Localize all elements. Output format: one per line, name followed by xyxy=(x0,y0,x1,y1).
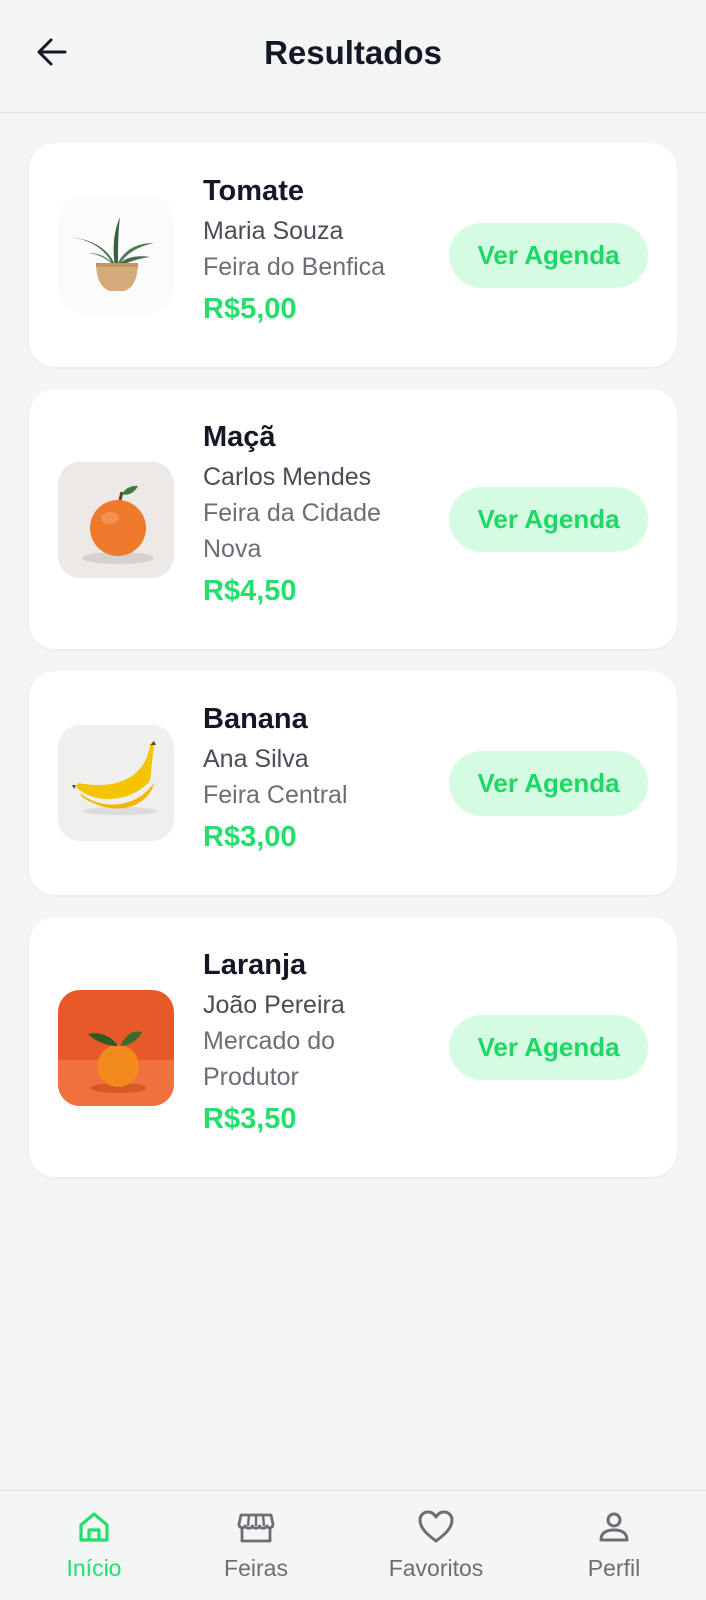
nav-item-inicio[interactable]: Início xyxy=(24,1507,164,1597)
result-card: Tomate Maria Souza Feira do Benfica R$5,… xyxy=(29,143,677,367)
bottom-navigation: Início Feiras Favoritos Perfil xyxy=(0,1490,706,1600)
product-price: R$5,00 xyxy=(203,293,297,325)
product-name: Laranja xyxy=(203,949,307,981)
product-info: Banana Ana Silva Feira Central R$3,00 xyxy=(203,701,433,857)
market-name: Feira Central xyxy=(203,781,348,809)
product-info: Laranja João Pereira Mercado do Produtor… xyxy=(203,947,433,1139)
app-header: Resultados xyxy=(0,0,706,113)
seller-name: Maria Souza xyxy=(203,217,344,245)
nav-label: Início xyxy=(66,1555,122,1581)
page-title: Resultados xyxy=(264,34,442,71)
ver-agenda-button[interactable]: Ver Agenda xyxy=(449,1015,648,1080)
nav-item-feiras[interactable]: Feiras xyxy=(186,1507,326,1597)
ver-agenda-button[interactable]: Ver Agenda xyxy=(449,223,648,288)
result-card: Laranja João Pereira Mercado do Produtor… xyxy=(29,917,677,1177)
product-price: R$4,50 xyxy=(203,575,297,607)
product-info: Maçã Carlos Mendes Feira da Cidade Nova … xyxy=(203,419,433,611)
banana-image xyxy=(58,725,174,841)
orange-on-orange-image xyxy=(58,990,174,1106)
potted-plant-image xyxy=(58,197,174,313)
result-card: Banana Ana Silva Feira Central R$3,00 Ve… xyxy=(29,671,677,895)
user-icon xyxy=(594,1507,634,1547)
heart-icon xyxy=(416,1507,456,1547)
orange-fruit-image xyxy=(58,462,174,578)
nav-item-perfil[interactable]: Perfil xyxy=(544,1507,684,1597)
nav-item-favoritos[interactable]: Favoritos xyxy=(366,1507,506,1597)
ver-agenda-button[interactable]: Ver Agenda xyxy=(449,751,648,816)
result-card: Maçã Carlos Mendes Feira da Cidade Nova … xyxy=(29,389,677,649)
nav-label: Favoritos xyxy=(388,1555,484,1581)
product-name: Banana xyxy=(203,703,308,735)
seller-name: João Pereira xyxy=(203,991,345,1019)
store-icon xyxy=(236,1507,276,1547)
home-icon xyxy=(74,1507,114,1547)
product-name: Maçã xyxy=(203,421,276,453)
product-price: R$3,50 xyxy=(203,1103,297,1135)
market-name: Feira da Cidade Nova xyxy=(203,499,381,563)
market-name: Mercado do Produtor xyxy=(203,1027,336,1091)
product-name: Tomate xyxy=(203,175,304,207)
nav-label: Feiras xyxy=(224,1555,288,1581)
market-name: Feira do Benfica xyxy=(203,253,386,281)
product-price: R$3,00 xyxy=(203,821,297,853)
seller-name: Carlos Mendes xyxy=(203,463,372,491)
product-info: Tomate Maria Souza Feira do Benfica R$5,… xyxy=(203,173,433,329)
ver-agenda-button[interactable]: Ver Agenda xyxy=(449,487,648,552)
nav-label: Perfil xyxy=(587,1555,641,1581)
seller-name: Ana Silva xyxy=(203,745,309,773)
